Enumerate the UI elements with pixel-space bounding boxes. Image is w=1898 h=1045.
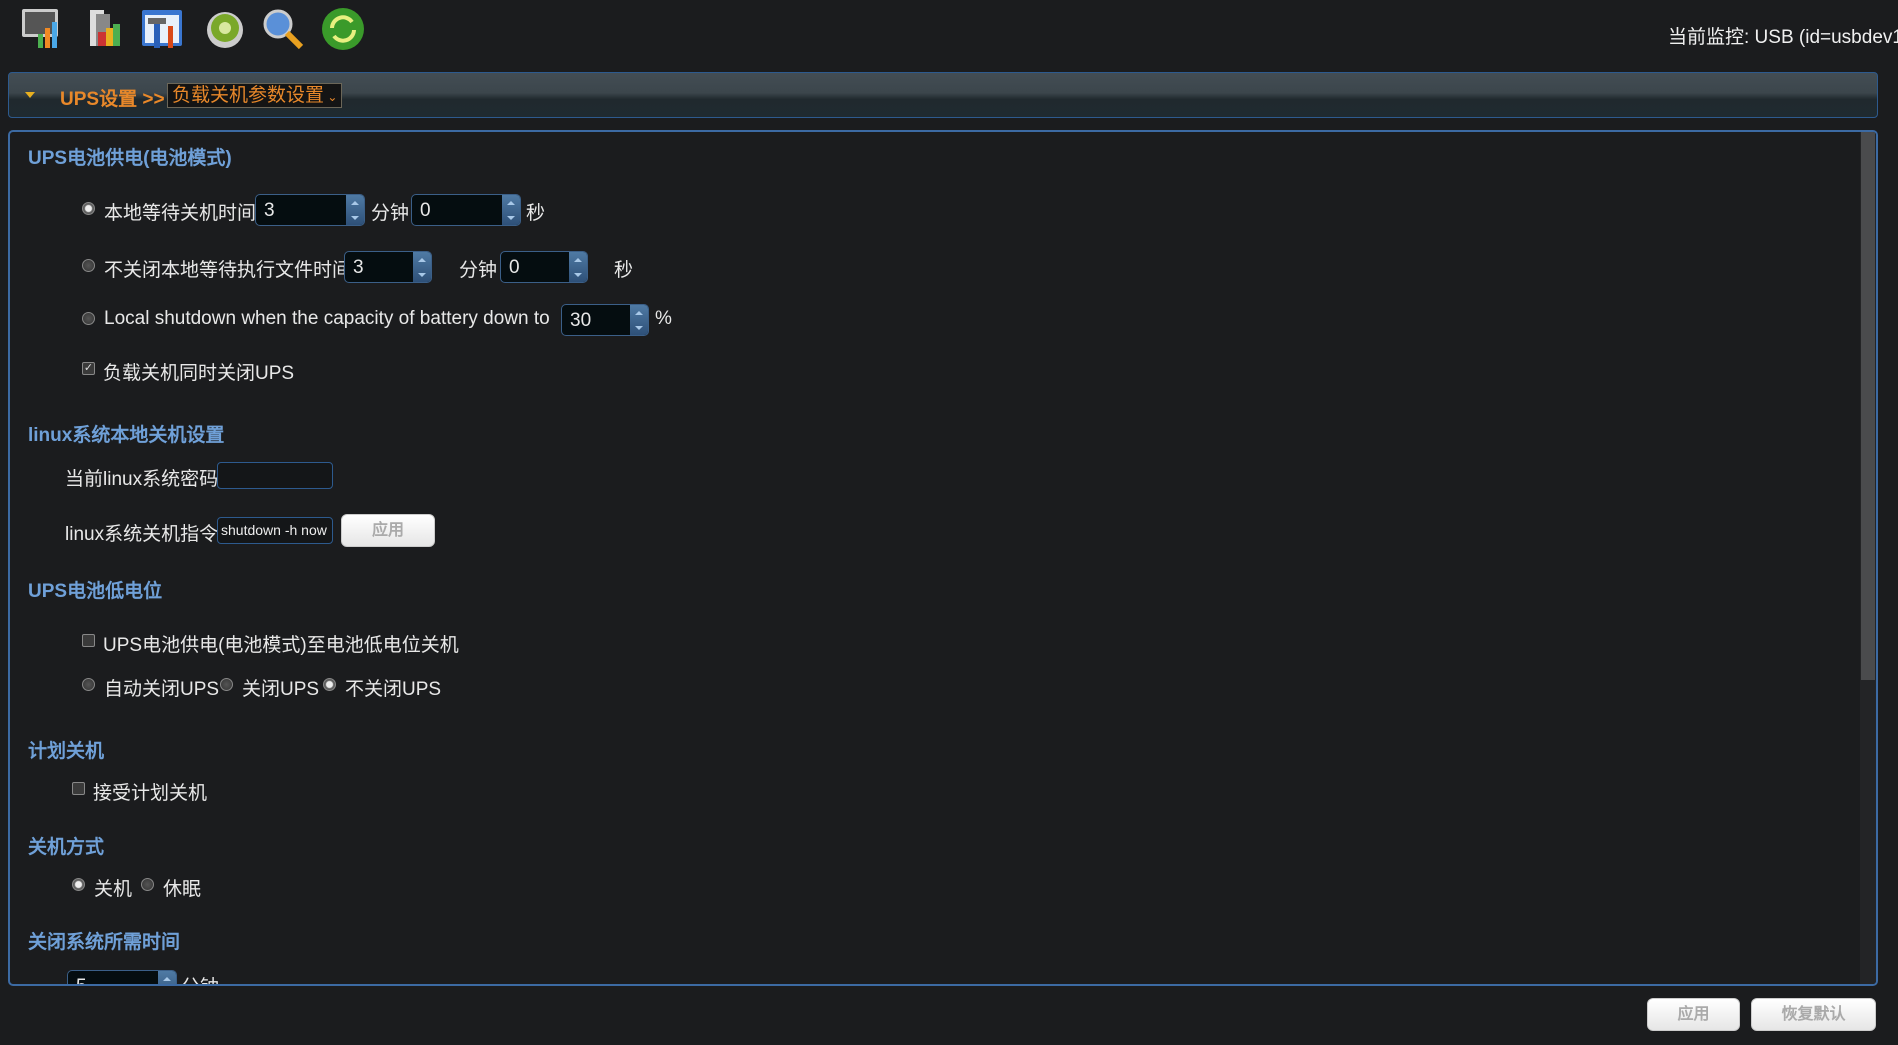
monitor-chart-icon[interactable] <box>20 6 66 52</box>
no-close-wait-label: 不关闭本地等待执行文件时间 <box>104 260 352 281</box>
close-ups-label: 负载关机同时关闭UPS <box>103 363 295 384</box>
stepper-value: 30 <box>570 310 592 331</box>
section-title-method: 关机方式 <box>28 837 105 858</box>
radio-hibernate[interactable] <box>141 878 154 891</box>
hibernate-label: 休眠 <box>163 879 202 900</box>
scrollbar[interactable] <box>1860 132 1876 984</box>
current-monitor-status: 当前监控: USB (id=usbdev1_ <box>1668 27 1898 48</box>
linux-password-label: 当前linux系统密码 <box>65 469 219 490</box>
capacity-label: Local shutdown when the capacity of batt… <box>104 308 550 329</box>
no-close-seconds-stepper[interactable]: 0 <box>500 251 588 283</box>
search-icon[interactable] <box>260 6 306 52</box>
shutdown-label: 关机 <box>94 879 133 900</box>
collapse-triangle-icon[interactable] <box>25 92 35 98</box>
stepper-value: 0 <box>420 200 431 221</box>
keep-ups-label: 不关闭UPS <box>345 679 442 700</box>
apply-button[interactable]: 应用 <box>1647 998 1740 1031</box>
section-title-battery-mode: UPS电池供电(电池模式) <box>28 148 232 169</box>
stepper-arrows[interactable] <box>413 252 431 282</box>
radio-capacity[interactable] <box>82 312 95 325</box>
linux-password-input[interactable] <box>217 462 333 489</box>
low-battery-shutdown-label: UPS电池供电(电池模式)至电池低电位关机 <box>103 635 459 656</box>
checkbox-close-ups[interactable]: ✓ <box>82 362 95 375</box>
stepper-value: 5 <box>76 976 87 984</box>
seconds-unit: 秒 <box>526 203 546 224</box>
section-title-low-battery: UPS电池低电位 <box>28 581 163 602</box>
settings-panel: UPS电池供电(电池模式) 本地等待关机时间 3 分钟 0 秒 不关闭本地等待执… <box>8 130 1878 986</box>
linux-command-label: linux系统关机指令 <box>65 524 219 545</box>
checkbox-accept-schedule[interactable] <box>72 782 85 795</box>
page-select[interactable]: 负载关机参数设置 ⌄ <box>167 83 343 108</box>
radio-auto-close-ups[interactable] <box>82 678 95 691</box>
capacity-stepper[interactable]: 30 <box>561 304 649 336</box>
linux-apply-button[interactable]: 应用 <box>341 514 435 547</box>
stepper-value: 3 <box>264 200 275 221</box>
stepper-arrows[interactable] <box>158 971 176 984</box>
radio-shutdown[interactable] <box>72 878 85 891</box>
gear-disc-icon[interactable] <box>202 6 248 52</box>
refresh-icon[interactable] <box>320 6 366 52</box>
breadcrumb-root[interactable]: UPS设置 >> <box>60 84 165 111</box>
local-wait-label: 本地等待关机时间 <box>104 203 257 224</box>
scrollbar-thumb[interactable] <box>1861 132 1875 680</box>
stepper-value: 0 <box>509 257 520 278</box>
checkbox-low-battery-shutdown[interactable] <box>82 634 95 647</box>
auto-close-ups-label: 自动关闭UPS <box>104 679 220 700</box>
local-wait-minutes-stepper[interactable]: 3 <box>255 194 365 226</box>
chevron-down-icon: ⌄ <box>324 90 338 104</box>
restore-defaults-button[interactable]: 恢复默认 <box>1751 998 1876 1031</box>
percent-unit: % <box>655 308 672 329</box>
linux-command-input[interactable]: shutdown -h now <box>217 517 333 544</box>
system-time-unit: 分钟 <box>181 972 219 984</box>
radio-local-wait[interactable] <box>82 202 95 215</box>
section-title-schedule: 计划关机 <box>28 741 105 762</box>
settings-tools-icon[interactable] <box>140 6 186 52</box>
page-select-value: 负载关机参数设置 <box>172 85 325 106</box>
seconds-unit: 秒 <box>614 260 634 281</box>
stepper-arrows[interactable] <box>630 305 648 335</box>
minutes-unit: 分钟 <box>371 203 410 224</box>
breadcrumb: UPS设置 >> 负载关机参数设置 ⌄ <box>8 72 1878 118</box>
section-title-system-time: 关闭系统所需时间 <box>28 932 181 953</box>
radio-keep-ups[interactable] <box>323 678 336 691</box>
stepper-arrows[interactable] <box>502 195 520 225</box>
stepper-arrows[interactable] <box>569 252 587 282</box>
radio-no-close-wait[interactable] <box>82 259 95 272</box>
system-time-stepper[interactable]: 5 <box>67 970 177 984</box>
close-ups-option-label: 关闭UPS <box>242 679 320 700</box>
reports-icon[interactable] <box>84 6 130 52</box>
stepper-value: 3 <box>353 257 364 278</box>
stepper-arrows[interactable] <box>346 195 364 225</box>
section-title-linux: linux系统本地关机设置 <box>28 425 225 446</box>
no-close-minutes-stepper[interactable]: 3 <box>344 251 432 283</box>
accept-schedule-label: 接受计划关机 <box>93 783 208 804</box>
radio-close-ups[interactable] <box>220 678 233 691</box>
minutes-unit: 分钟 <box>459 260 498 281</box>
local-wait-seconds-stepper[interactable]: 0 <box>411 194 521 226</box>
